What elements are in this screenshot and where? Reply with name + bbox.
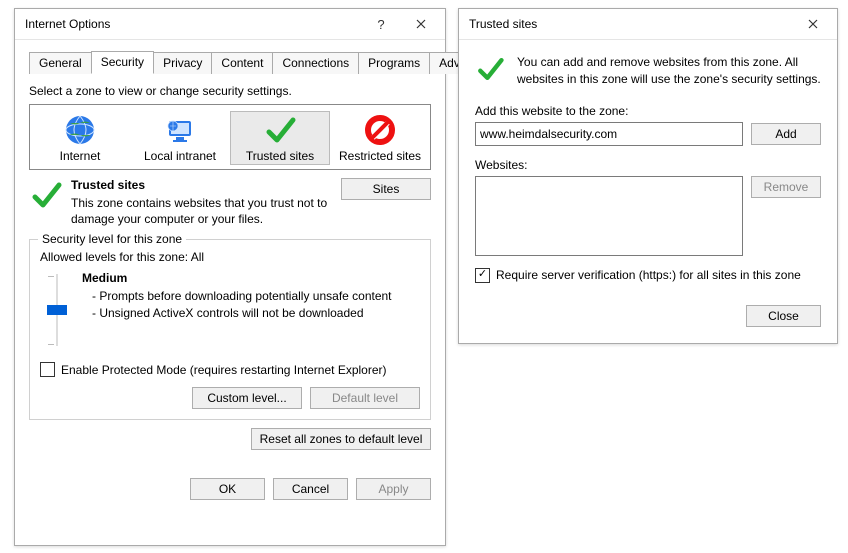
zones-list: Internet Local intranet [29, 104, 431, 170]
zone-local-intranet-label: Local intranet [132, 149, 228, 163]
internet-options-window: Internet Options ? General Security Priv… [14, 8, 446, 546]
cancel-button[interactable]: Cancel [273, 478, 348, 500]
security-level-legend: Security level for this zone [38, 232, 186, 246]
close-dialog-button[interactable]: Close [746, 305, 821, 327]
security-level-group: Security level for this zone Allowed lev… [29, 239, 431, 420]
require-https-label: Require server verification (https:) for… [496, 268, 801, 282]
trusted-zone-info: Trusted sites This zone contains website… [29, 178, 431, 227]
monitor-icon [132, 113, 228, 147]
websites-label: Websites: [475, 158, 821, 172]
require-https-checkbox[interactable] [475, 268, 490, 283]
io-body: General Security Privacy Content Connect… [15, 40, 445, 514]
io-tabs: General Security Privacy Content Connect… [29, 50, 431, 74]
io-title: Internet Options [25, 17, 361, 31]
reset-all-zones-button[interactable]: Reset all zones to default level [251, 428, 431, 450]
apply-button[interactable]: Apply [356, 478, 431, 500]
protected-mode-label: Enable Protected Mode (requires restarti… [61, 363, 387, 377]
trusted-title: Trusted sites [71, 178, 329, 194]
security-level-slider[interactable] [46, 270, 68, 350]
add-website-label: Add this website to the zone: [475, 104, 821, 118]
security-level-text: Medium - Prompts before downloading pote… [82, 270, 392, 321]
level-bullet-2: - Unsigned ActiveX controls will not be … [82, 305, 392, 321]
trusted-desc: This zone contains websites that you tru… [71, 196, 329, 227]
zone-internet[interactable]: Internet [30, 111, 130, 165]
sites-button[interactable]: Sites [341, 178, 431, 200]
ts-body: You can add and remove websites from thi… [459, 40, 837, 341]
zone-restricted-sites[interactable]: Restricted sites [330, 111, 430, 165]
checkmark-icon [29, 178, 63, 215]
tab-security[interactable]: Security [91, 51, 154, 74]
ts-info-text: You can add and remove websites from thi… [517, 54, 821, 88]
custom-level-button[interactable]: Custom level... [192, 387, 302, 409]
zone-trusted-sites[interactable]: Trusted sites [230, 111, 330, 165]
zone-local-intranet[interactable]: Local intranet [130, 111, 230, 165]
tab-general[interactable]: General [29, 52, 92, 74]
tab-content[interactable]: Content [211, 52, 273, 74]
add-button[interactable]: Add [751, 123, 821, 145]
default-level-button[interactable]: Default level [310, 387, 420, 409]
ts-titlebar: Trusted sites [459, 9, 837, 40]
globe-icon [32, 113, 128, 147]
tab-privacy[interactable]: Privacy [153, 52, 212, 74]
add-website-input[interactable] [475, 122, 743, 146]
zone-internet-label: Internet [32, 149, 128, 163]
zone-restricted-sites-label: Restricted sites [332, 149, 428, 163]
help-button[interactable]: ? [361, 12, 401, 36]
protected-mode-row[interactable]: Enable Protected Mode (requires restarti… [40, 362, 420, 377]
websites-listbox[interactable] [475, 176, 743, 256]
level-name: Medium [82, 270, 392, 286]
close-button[interactable] [401, 12, 441, 36]
trusted-sites-window: Trusted sites You can add and remove web… [458, 8, 838, 344]
checkmark-icon [232, 113, 328, 147]
require-https-row[interactable]: Require server verification (https:) for… [475, 268, 821, 283]
no-entry-icon [332, 113, 428, 147]
remove-button[interactable]: Remove [751, 176, 821, 198]
io-titlebar: Internet Options ? [15, 9, 445, 40]
ts-title: Trusted sites [469, 17, 793, 31]
level-bullet-1: - Prompts before downloading potentially… [82, 288, 392, 304]
protected-mode-checkbox[interactable] [40, 362, 55, 377]
zone-instruction: Select a zone to view or change security… [29, 84, 431, 98]
allowed-levels: Allowed levels for this zone: All [40, 250, 420, 264]
tab-programs[interactable]: Programs [358, 52, 430, 74]
checkmark-icon [475, 54, 505, 87]
zone-trusted-sites-label: Trusted sites [232, 149, 328, 163]
tab-connections[interactable]: Connections [272, 52, 359, 74]
ok-button[interactable]: OK [190, 478, 265, 500]
ts-close-button[interactable] [793, 12, 833, 36]
